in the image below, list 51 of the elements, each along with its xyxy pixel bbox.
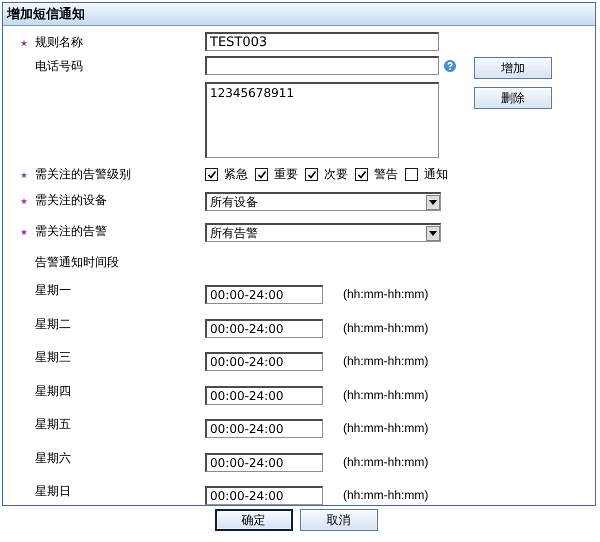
phone-number: 12345678911 [210, 86, 294, 100]
format-hint: (hh:mm-hh:mm) [343, 388, 428, 402]
checkbox[interactable] [405, 168, 418, 181]
dialog-button[interactable]: 确定 [214, 509, 292, 531]
checkbox[interactable] [305, 168, 318, 181]
day-label: 星期二 [35, 316, 71, 332]
time-range-field[interactable]: 00:00-24:00 [205, 419, 323, 438]
section-label: 告警通知时间段 [35, 254, 119, 271]
panel-title: 增加短信通知 [7, 6, 85, 23]
day-label: 星期三 [35, 349, 71, 366]
field-label: 电话号码 [35, 58, 83, 75]
action-button[interactable]: 增加 [474, 57, 552, 79]
field-label: 需关注的告警级别 [35, 166, 131, 183]
checkbox-label: 次要 [324, 166, 348, 183]
input-field[interactable] [205, 56, 439, 75]
time-range-field[interactable]: 00:00-24:00 [205, 386, 323, 404]
format-hint: (hh:mm-hh:mm) [343, 421, 428, 435]
help-icon[interactable] [444, 60, 456, 72]
input-field[interactable]: TEST003 [205, 32, 439, 51]
day-label: 星期六 [35, 450, 71, 466]
format-hint: (hh:mm-hh:mm) [343, 354, 428, 368]
time-range-field[interactable]: 00:00-24:00 [205, 486, 323, 505]
checkbox-label: 重要 [274, 166, 298, 183]
checkbox-label: 紧急 [224, 166, 248, 183]
time-range-field[interactable]: 00:00-24:00 [205, 452, 323, 472]
dropdown-caret-icon[interactable] [426, 226, 440, 240]
day-label: 星期四 [35, 382, 71, 400]
checkbox[interactable] [205, 168, 218, 181]
field-label: 需关注的设备 [35, 192, 107, 209]
time-range-field[interactable]: 00:00-24:00 [205, 285, 323, 304]
time-range-field[interactable]: 00:00-24:00 [205, 352, 323, 371]
format-hint: (hh:mm-hh:mm) [343, 287, 428, 301]
day-label: 星期五 [35, 416, 71, 433]
phone-list-box[interactable]: 12345678911 [205, 82, 439, 158]
day-label: 星期一 [35, 282, 71, 299]
checkbox[interactable] [355, 168, 368, 181]
time-range-field[interactable]: 00:00-24:00 [205, 318, 323, 338]
checkbox-label: 通知 [424, 166, 448, 183]
format-hint: (hh:mm-hh:mm) [343, 488, 428, 502]
dropdown-caret-icon[interactable] [426, 194, 440, 210]
action-button[interactable]: 删除 [474, 87, 552, 109]
dropdown[interactable]: 所有告警 [205, 223, 441, 242]
checkbox[interactable] [255, 168, 268, 181]
day-label: 星期日 [35, 483, 71, 500]
dialog-button[interactable]: 取消 [300, 509, 378, 531]
format-hint: (hh:mm-hh:mm) [343, 320, 428, 334]
format-hint: (hh:mm-hh:mm) [343, 454, 428, 468]
dropdown[interactable]: 所有设备 [205, 192, 441, 211]
field-label: 规则名称 [35, 34, 83, 51]
checkbox-label: 警告 [374, 166, 398, 183]
field-label: 需关注的告警 [35, 223, 107, 240]
